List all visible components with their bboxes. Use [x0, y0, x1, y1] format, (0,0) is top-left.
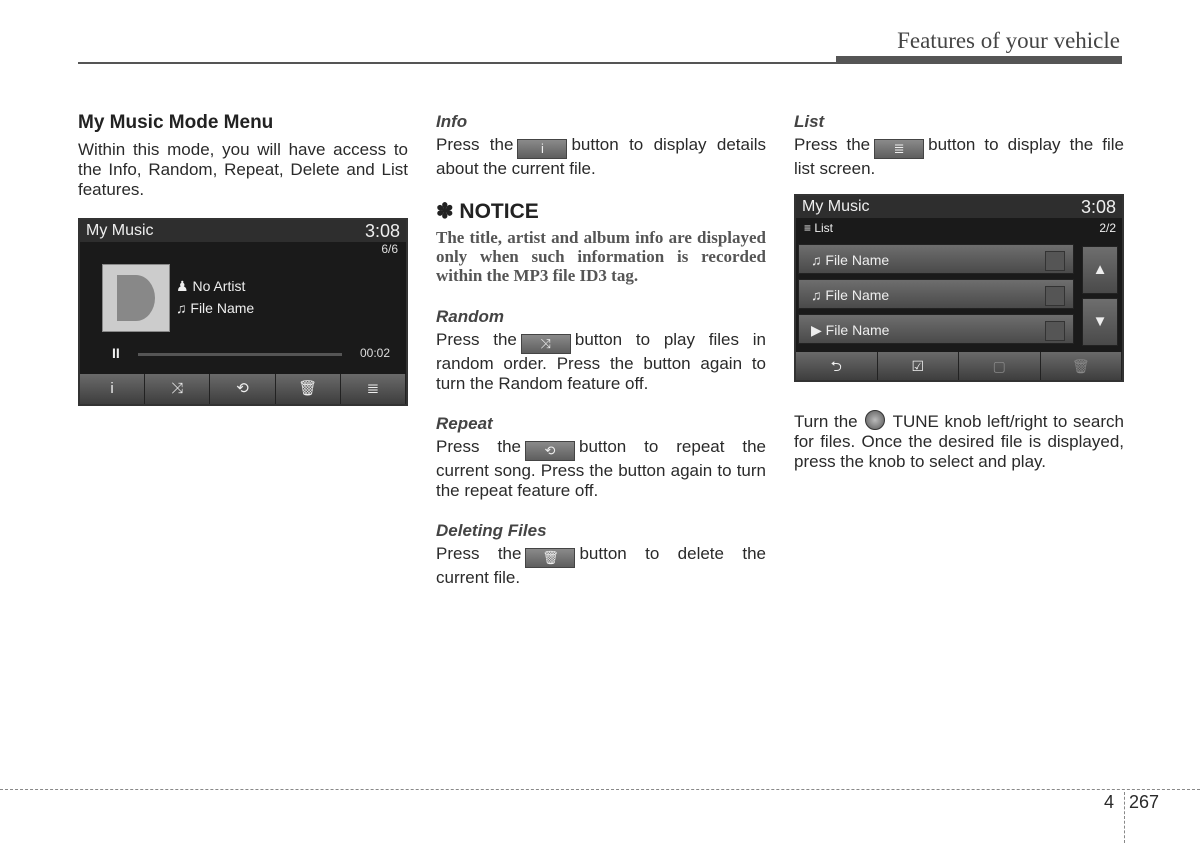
random-section: Random Press the ⤨ button to play files in… [436, 307, 767, 393]
column-3: List Press the ≣ button to display the fil… [794, 112, 1124, 178]
footer-divider [1124, 792, 1125, 843]
checkbox[interactable] [1045, 286, 1065, 306]
header-rule [78, 62, 1122, 64]
screen-title: My Music [802, 198, 870, 215]
list-item[interactable]: ♫ File Name [798, 244, 1074, 274]
screen-status-bar: My Music 3:08 [80, 220, 406, 242]
repeat-icon: ⟲ [525, 441, 575, 461]
repeat-section: Repeat Press the ⟲ button to repeat the cu… [436, 414, 766, 500]
tune-instructions: Turn the TUNE knob left/right to search … [794, 410, 1124, 471]
tune-knob-icon [865, 410, 886, 430]
scroll-up-icon[interactable]: ▲ [1082, 246, 1118, 294]
delete-button[interactable]: 🗑 [275, 374, 341, 404]
pause-icon[interactable]: II [112, 345, 120, 361]
screen-clock: 3:08 [1080, 196, 1116, 217]
info-section: Info Press the i button to display details… [436, 112, 767, 178]
list-item[interactable]: ▶ File Name [798, 314, 1074, 344]
random-button[interactable]: ⤨ [145, 374, 211, 404]
trash-icon: 🗑 [525, 548, 576, 568]
info-button-icon: i [517, 139, 568, 159]
chapter-number: 4 [1104, 792, 1115, 812]
deselect-button[interactable]: ▢ [959, 352, 1041, 380]
list-button[interactable]: ≣ [340, 374, 407, 404]
repeat-button[interactable]: ⟲ [210, 374, 276, 404]
delete-heading: Deleting Files [436, 521, 547, 540]
column-2: Info Press the i button to display details… [436, 112, 766, 608]
checkbox[interactable] [1045, 251, 1065, 271]
play-time: 00:02 [359, 346, 390, 360]
scroll-down-icon[interactable]: ▼ [1082, 298, 1118, 346]
list-icon: ≣ [874, 139, 925, 159]
delete-button[interactable]: 🗑 [1040, 352, 1122, 380]
running-header: Features of your vehicle [897, 28, 1120, 53]
repeat-heading: Repeat [436, 414, 493, 433]
progress-bar[interactable] [138, 353, 342, 356]
info-heading: Info [436, 112, 468, 131]
file-list-screen: My Music 3:08 ≡ List 2/2 ♫ File Name ♫ F… [794, 194, 1124, 382]
section-heading: My Music Mode Menu [78, 112, 274, 133]
list-page: 2/2 [1099, 221, 1116, 235]
shuffle-icon: ⤨ [520, 334, 571, 354]
intro-text: Within this mode, you will have access t… [78, 140, 408, 199]
select-all-button[interactable]: ☑ [877, 352, 959, 380]
header-rule-accent [836, 56, 1122, 62]
notice-heading: ✽ NOTICE [436, 200, 539, 223]
list-heading: List [794, 112, 825, 131]
footer-rule [0, 789, 1200, 790]
notice-text: The title, artist and album info are dis… [436, 228, 766, 285]
info-button[interactable]: i [80, 374, 146, 404]
screen-button-bar: ⮌ ☑ ▢ 🗑 [796, 352, 1122, 380]
page-number: 267 [1129, 792, 1160, 812]
artist-label: ♟ No Artist [176, 278, 246, 294]
screen-clock: 3:08 [364, 220, 400, 241]
checkbox[interactable] [1045, 321, 1065, 341]
delete-section: Deleting Files Press the 🗑 button to delet… [436, 521, 766, 587]
list-item[interactable]: ♫ File Name [798, 279, 1074, 309]
screen-title: My Music [86, 222, 154, 239]
screen-status-bar: My Music 3:08 [796, 196, 1122, 218]
album-art-icon [102, 264, 170, 332]
screen-button-bar: i ⤨ ⟲ 🗑 ≣ [80, 374, 407, 404]
back-button[interactable]: ⮌ [796, 352, 878, 380]
random-heading: Random [436, 307, 504, 326]
list-header: ≡ List 2/2 [804, 221, 1116, 235]
now-playing-screen: My Music 3:08 6/6 ♟ No Artist ♫ File Nam… [78, 218, 408, 406]
column-1: My Music Mode Menu Within this mode, you… [78, 112, 408, 200]
track-count: 6/6 [381, 242, 398, 256]
notice-section: ✽ NOTICE The title, artist and album inf… [436, 199, 766, 285]
file-label: ♫ File Name [176, 300, 255, 316]
